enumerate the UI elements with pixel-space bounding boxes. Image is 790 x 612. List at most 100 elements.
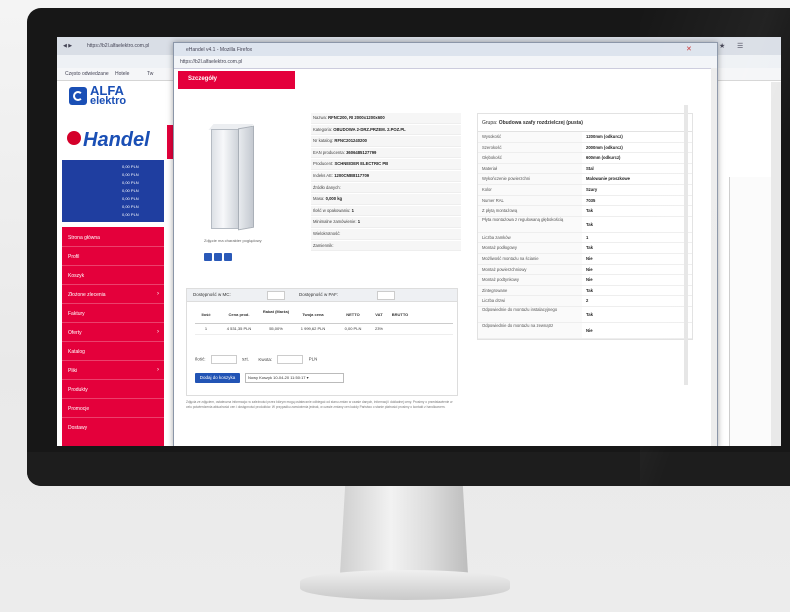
param-name: Montaż podłogowy [478,243,582,253]
alfa-elektro-logo[interactable]: ALFA elektro [69,84,159,119]
attribute-row: Zamiennik: [311,240,461,252]
param-name: Możliwość montażu na ścianie [478,253,582,264]
handel-mark-icon [67,131,81,145]
stock-and-price-panel: Dostępność w MC: Dostępność w PAF: Ilość… [186,288,458,396]
popup-address: https://b2l.alfaelektro.com.pl [180,59,243,65]
param-name: Z płytą montażową [478,206,582,216]
tab-stock-paf[interactable]: Dostępność w PAF: [299,292,338,297]
param-name: Odpowiednie do montażu instalacyjnego [478,306,582,322]
sidebar-item[interactable]: Koszyk [68,273,84,279]
screen-glare [640,8,790,486]
sidebar-item[interactable]: Pliki [68,368,77,374]
param-name: Numer RAL [478,195,582,206]
stock-mc-value [267,291,285,300]
account-summary-box: 0,00 PLN 0,00 PLN 0,00 PLN 0,00 PLN 0,00… [62,160,164,222]
quantity-label: Ilość: [195,356,206,362]
logo-text-line2: elektro [90,95,127,107]
handel-logo[interactable]: Handel [67,129,150,152]
amount-unit: PLN [308,356,318,362]
logo-mark-icon [69,87,87,105]
param-name: Wykończenie powierzchni [478,174,582,184]
attribute-row: EAN producenta: 3606485127799 [311,147,461,159]
image-actions [204,248,234,266]
param-name: Głębokość [478,153,582,163]
param-name: Liczba drzwi [478,296,582,306]
details-header-title: Szczegóły [188,76,218,82]
account-value: 0,00 PLN [122,180,139,185]
param-name: Montaż powierzchniowy [478,264,582,275]
chevron-right-icon: › [157,329,159,335]
sidebar-item[interactable]: Strona główna [68,235,100,241]
attribute-row: Producent: SCHNEIDER ELECTRIC PB [311,159,461,170]
chevron-down-icon: ▾ [306,375,309,380]
sidebar-item[interactable]: Katalog [68,349,85,355]
sidebar-item[interactable]: Promocje [68,406,89,412]
bookmark-item[interactable]: Hotele [115,71,129,77]
sidebar-item[interactable]: Oferty [68,330,82,336]
quantity-input[interactable] [210,355,237,364]
attribute-row: Ilość w opakowaniu: 1 [311,205,461,217]
attribute-row: Wielokrotność: [311,228,461,240]
stock-tabs: Dostępność w MC: Dostępność w PAF: [187,289,457,302]
popup-title-bar: eHandel v4.1 - Mozilla Firefox ✕ [174,43,717,56]
cart-select[interactable]: Nowy Koszyk 10-04-20 11:50:17 ▾ [245,373,344,383]
param-name: Zintegrowane [478,285,582,296]
add-to-cart-button[interactable]: Dodaj do koszyka [195,373,240,383]
chevron-right-icon: › [157,367,159,373]
price-table-header: Ilość Cena prod. Rabat (Marża) Twoja cen… [195,307,453,324]
popup-window-title: eHandel v4.1 - Mozilla Firefox [186,47,253,53]
popup-address-bar: https://b2l.alfaelektro.com.pl [174,56,717,69]
attribute-row: Nr katalog: RFNC201240200 [311,136,461,147]
sidebar-item[interactable]: Faktury [68,311,85,317]
param-name: Płyta montażowa z regulowaną głębokością [478,216,582,232]
download-icon[interactable] [204,253,212,261]
param-name: Kolor [478,184,582,195]
product-image[interactable] [205,121,255,231]
sidebar-item[interactable]: Złożone zlecenia [68,292,106,298]
image-icon[interactable] [224,253,232,261]
attribute-row: Źródło danych: [311,182,461,194]
price-table: Ilość Cena prod. Rabat (Marża) Twoja cen… [195,307,453,335]
param-name: Materiał [478,163,582,174]
product-details-window: eHandel v4.1 - Mozilla Firefox ✕ https:/… [173,42,718,446]
monitor-stand-base [300,570,510,600]
stock-paf-value [377,291,395,300]
back-icon[interactable]: ◀ ▶ [63,43,72,49]
disclaimer-text: Zdjęcia ze zdjęciem, ostateczna informac… [186,400,453,409]
attribute-row: Indeks AE: 1200CMB8117709 [311,170,461,182]
product-attributes: Nazwa: RFNC200, RI 2000x1200x600 Kategor… [311,113,461,252]
bookmark-item[interactable]: Tw [147,71,153,77]
sidebar-item[interactable]: Profil [68,254,79,260]
image-caption: Zdjęcie ma charakter poglądowy [204,238,262,243]
tab-stock-mc[interactable]: Dostępność w MC: [193,292,231,297]
param-name: Odpowiednie do montażu na zewnątrz [478,322,582,338]
monitor-stand-neck [340,486,468,574]
sidebar-menu: Strona główna Profil Koszyk Złożone zlec… [62,227,164,446]
account-value: 0,00 PLN [122,204,139,209]
table-row: 1 4 531,35 PLN 55,00% 1 999,62 PLN 0,00 … [195,324,453,335]
attribute-row: Kategoria: OBUDOWA 2-DRZ.PRZEM. 2.POZ.PL [311,124,461,136]
account-value: 0,00 PLN [122,212,139,217]
param-name: Montaż podtynkowy [478,275,582,285]
quantity-unit: szt. [242,356,250,362]
quantity-row: Ilość: szt. Kwota: PLN [195,355,317,364]
details-header: Szczegóły [178,71,295,89]
browser-address[interactable]: https://b2l.alfaelektro.com.pl [87,43,149,49]
account-value: 0,00 PLN [122,196,139,201]
param-name: Szerokość [478,142,582,153]
bookmark-item[interactable]: Często odwiedzane [65,71,109,77]
param-name: Wysokość [478,132,582,142]
sidebar-item[interactable]: Dostawy [68,425,87,431]
document-icon[interactable] [214,253,222,261]
attribute-row: Nazwa: RFNC200, RI 2000x1200x600 [311,113,461,124]
amount-label: Kwota: [258,356,273,362]
attribute-row: Masa: 0,000 kg [311,194,461,205]
account-value: 0,00 PLN [122,164,139,169]
sidebar-item[interactable]: Produkty [68,387,88,393]
amount-input[interactable] [277,355,304,364]
handel-text: Handel [83,129,150,151]
attribute-row: Minimalne zamówienie: 1 [311,217,461,228]
account-value: 0,00 PLN [122,188,139,193]
chevron-right-icon: › [157,291,159,297]
account-value: 0,00 PLN [122,172,139,177]
